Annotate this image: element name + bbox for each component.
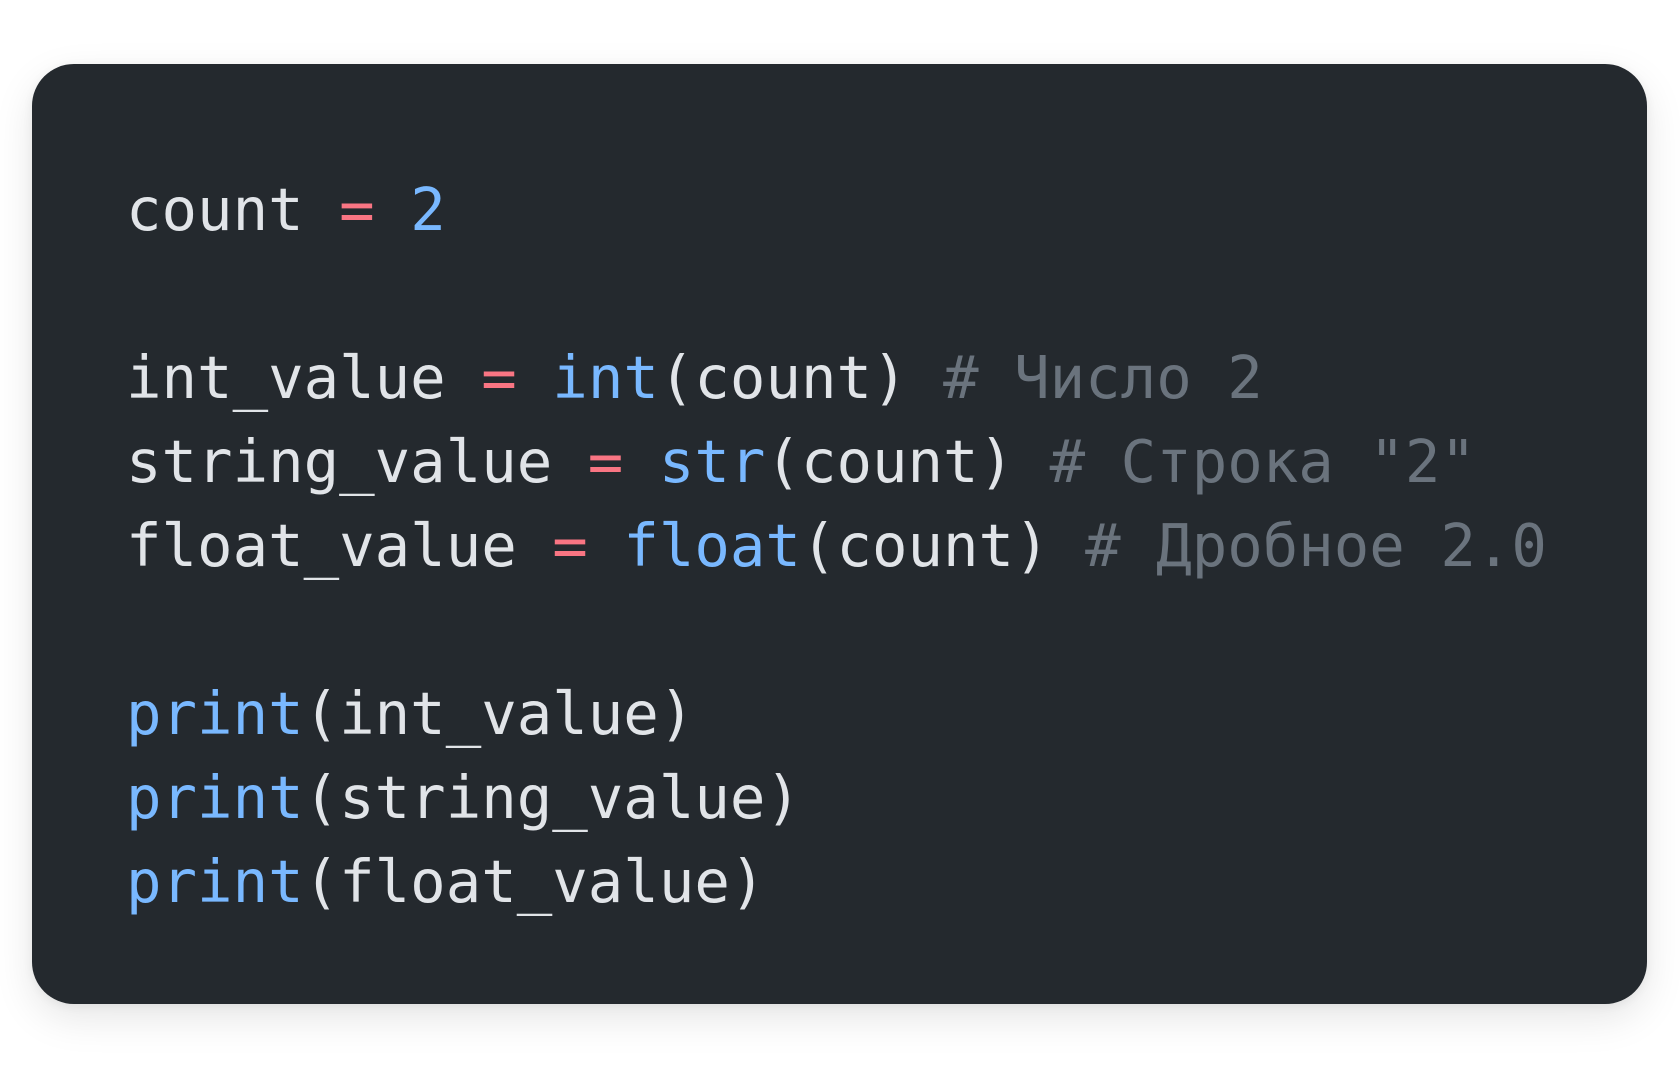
argument-token: (count) bbox=[658, 343, 908, 412]
code-block: count = 2 int_value = int(count) # Число … bbox=[126, 168, 1647, 924]
identifier-token: float_value bbox=[126, 511, 517, 580]
builtin-function-token: str bbox=[658, 427, 766, 496]
comment-token: # Строка "2" bbox=[1049, 427, 1476, 496]
argument-token: (string_value) bbox=[303, 763, 801, 832]
builtin-function-token: print bbox=[126, 847, 304, 916]
argument-token: (float_value) bbox=[303, 847, 766, 916]
code-line: count = 2 bbox=[126, 168, 1647, 252]
builtin-function-token: int bbox=[552, 343, 659, 412]
code-line: print(float_value) bbox=[126, 840, 1647, 924]
builtin-function-token: float bbox=[623, 511, 801, 580]
operator-token: = bbox=[339, 175, 375, 244]
operator-token: = bbox=[481, 343, 517, 412]
builtin-function-token: print bbox=[126, 679, 304, 748]
comment-token: # Число 2 bbox=[943, 343, 1263, 412]
code-block-card: count = 2 int_value = int(count) # Число … bbox=[32, 64, 1647, 1004]
comment-token: # Дробное 2.0 bbox=[1085, 511, 1547, 580]
code-line: float_value = float(count) # Дробное 2.0 bbox=[126, 504, 1647, 588]
number-token: 2 bbox=[410, 175, 446, 244]
code-line: print(int_value) bbox=[126, 672, 1647, 756]
identifier-token: int_value bbox=[126, 343, 446, 412]
operator-token: = bbox=[552, 511, 588, 580]
code-line: print(string_value) bbox=[126, 756, 1647, 840]
operator-token: = bbox=[587, 427, 624, 496]
code-line: string_value = str(count) # Строка "2" bbox=[126, 420, 1647, 504]
builtin-function-token: print bbox=[126, 763, 304, 832]
code-line: int_value = int(count) # Число 2 bbox=[126, 336, 1647, 420]
argument-token: (int_value) bbox=[303, 679, 695, 748]
argument-token: (count) bbox=[765, 427, 1015, 496]
identifier-token: count bbox=[126, 175, 304, 244]
identifier-token: string_value bbox=[126, 427, 553, 496]
argument-token: (count) bbox=[800, 511, 1050, 580]
